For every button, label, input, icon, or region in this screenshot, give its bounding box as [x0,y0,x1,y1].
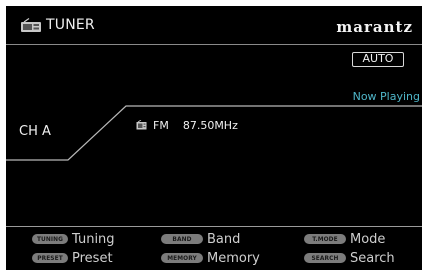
band-button[interactable]: BAND Band [161,231,240,247]
tuning-button[interactable]: TUNING Tuning [32,231,115,247]
tuning-label: Tuning [72,231,115,247]
tuner-screen: TUNER marantz AUTO Now Playing CH A FM 8… [6,6,422,270]
preset-key-pill: PRESET [32,253,68,263]
search-label: Search [350,250,395,266]
search-key-pill: SEARCH [304,253,346,263]
mode-key-pill: T.MODE [304,234,346,244]
mode-button[interactable]: T.MODE Mode [304,231,385,247]
memory-label: Memory [207,250,260,266]
preset-button[interactable]: PRESET Preset [32,250,113,266]
band-icon [136,120,147,130]
frequency-text: 87.50MHz [182,118,238,132]
station-info: FM 87.50MHz [136,118,238,132]
channel-label: CH A [19,124,51,139]
tuning-key-pill: TUNING [32,234,68,244]
search-button[interactable]: SEARCH Search [304,250,395,266]
band-label: Band [207,231,241,247]
mode-label: Mode [350,231,386,247]
memory-button[interactable]: MEMORY Memory [161,250,260,266]
band-text: FM [153,118,169,132]
memory-key-pill: MEMORY [161,253,203,263]
band-key-pill: BAND [161,234,203,244]
preset-label: Preset [72,250,113,266]
footer-divider [6,226,422,227]
